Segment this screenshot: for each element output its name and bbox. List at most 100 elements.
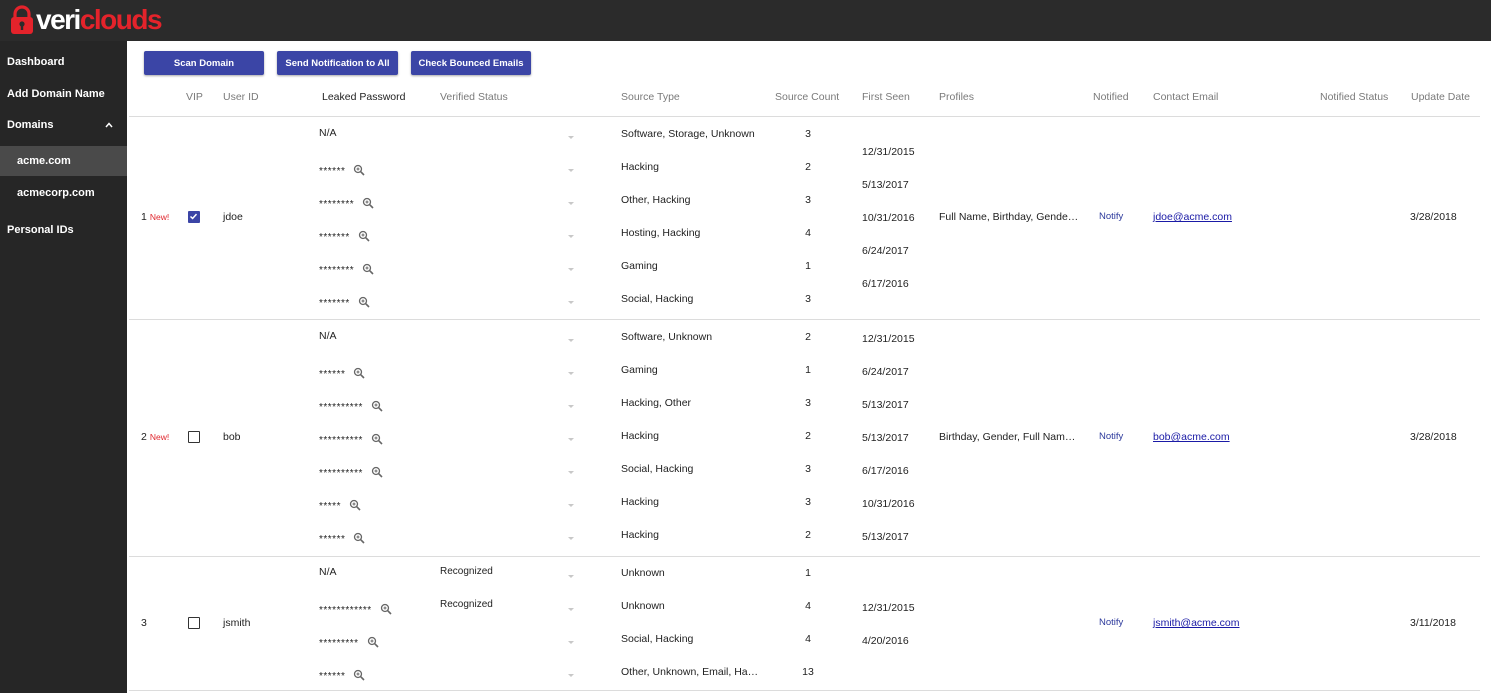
column-header-update-date[interactable]: Update Date [1411,91,1470,103]
dropdown-caret-icon[interactable] [568,301,574,304]
zoom-in-icon[interactable] [358,296,370,308]
sidebar-item-add-domain-name[interactable]: Add Domain Name [0,87,127,101]
contact-email-link[interactable]: jsmith@acme.com [1153,617,1240,629]
zoom-in-icon[interactable] [371,400,383,412]
dropdown-caret-icon[interactable] [568,575,574,578]
source-count: 13 [802,666,814,678]
notify-link[interactable]: Notify [1099,211,1123,222]
sidebar-item-acmecorp-com[interactable]: acmecorp.com [0,186,127,200]
dropdown-caret-icon[interactable] [568,438,574,441]
zoom-in-icon[interactable] [353,367,365,379]
password-value: ********** [319,435,363,446]
sidebar-item-acme-com[interactable]: acme.com [0,146,127,176]
column-header-source-count[interactable]: Source Count [775,91,839,103]
source-type: Hosting, Hacking [621,227,701,239]
scan-domain-button[interactable]: Scan Domain [144,51,264,75]
contact-email-link[interactable]: bob@acme.com [1153,431,1230,443]
source-type: Unknown [621,567,665,579]
sidebar-item-personal-ids[interactable]: Personal IDs [0,223,127,237]
column-header-vip[interactable]: VIP [186,91,203,103]
contact-email-link[interactable]: jdoe@acme.com [1153,211,1232,223]
leaked-password: ******* [319,230,370,244]
dropdown-caret-icon[interactable] [568,202,574,205]
column-header-source-type[interactable]: Source Type [621,91,680,103]
first-seen-date: 6/24/2017 [862,245,909,257]
user-id: bob [223,431,241,443]
column-header-verified-status[interactable]: Verified Status [440,91,508,103]
leaked-password: ********** [319,466,383,480]
dropdown-caret-icon[interactable] [568,372,574,375]
dropdown-caret-icon[interactable] [568,169,574,172]
dropdown-caret-icon[interactable] [568,405,574,408]
column-header-notified[interactable]: Notified [1093,91,1129,103]
leaked-password: ***** [319,499,361,513]
sidebar-item-label: Domains [7,119,54,131]
vip-checkbox[interactable] [188,431,200,443]
first-seen-date: 5/13/2017 [862,179,909,191]
user-id: jsmith [223,617,251,629]
column-header-first-seen[interactable]: First Seen [862,91,910,103]
leaked-password: ******** [319,197,374,211]
zoom-in-icon[interactable] [367,636,379,648]
first-seen-date: 5/13/2017 [862,432,909,444]
source-type: Hacking [621,161,659,173]
source-count: 3 [805,397,811,409]
column-header-user-id[interactable]: User ID [223,91,259,103]
column-header-profiles[interactable]: Profiles [939,91,974,103]
dropdown-caret-icon[interactable] [568,608,574,611]
row-index: 1 New! [141,211,169,223]
zoom-in-icon[interactable] [358,230,370,242]
zoom-in-icon[interactable] [362,197,374,209]
zoom-in-icon[interactable] [353,164,365,176]
zoom-in-icon[interactable] [380,603,392,615]
update-date: 3/28/2018 [1410,211,1457,223]
zoom-in-icon[interactable] [353,532,365,544]
dropdown-caret-icon[interactable] [568,537,574,540]
password-value: ***** [319,501,341,512]
vip-checkbox[interactable] [188,211,200,223]
column-header-notified-status[interactable]: Notified Status [1320,91,1388,103]
vericlouds-logo[interactable]: vericlouds [9,4,163,36]
leaked-password: ****** [319,669,365,683]
first-seen-date: 5/13/2017 [862,399,909,411]
dropdown-caret-icon[interactable] [568,136,574,139]
password-value: ******** [319,199,355,210]
dropdown-caret-icon[interactable] [568,504,574,507]
source-type: Hacking [621,496,659,508]
notify-link[interactable]: Notify [1099,431,1123,442]
dropdown-caret-icon[interactable] [568,641,574,644]
zoom-in-icon[interactable] [362,263,374,275]
row-divider [129,319,1480,320]
leaked-password: ********* [319,636,379,650]
dropdown-caret-icon[interactable] [568,339,574,342]
zoom-in-icon[interactable] [371,466,383,478]
dropdown-caret-icon[interactable] [568,268,574,271]
notify-link[interactable]: Notify [1099,617,1123,628]
source-count: 4 [805,227,811,239]
leaked-password: ****** [319,532,365,546]
column-header-leaked-password[interactable]: Leaked Password [322,91,405,103]
dropdown-caret-icon[interactable] [568,674,574,677]
first-seen-date: 12/31/2015 [862,602,915,614]
zoom-in-icon[interactable] [349,499,361,511]
zoom-in-icon[interactable] [371,433,383,445]
password-value: ****** [319,534,346,545]
leaked-password: N/A [319,330,337,342]
password-value: N/A [319,330,337,342]
check-bounced-emails-button[interactable]: Check Bounced Emails [411,51,531,75]
vip-checkbox[interactable] [188,617,200,629]
source-type: Other, Hacking [621,194,691,206]
zoom-in-icon[interactable] [353,669,365,681]
header-divider [129,116,1480,117]
sidebar-item-dashboard[interactable]: Dashboard [0,55,127,69]
source-count: 3 [805,293,811,305]
sidebar-item-domains[interactable]: Domains [0,118,127,132]
first-seen-date: 4/20/2016 [862,635,909,647]
dropdown-caret-icon[interactable] [568,471,574,474]
checkmark-icon [189,213,198,220]
column-header-contact-email[interactable]: Contact Email [1153,91,1218,103]
send-notification-all-button[interactable]: Send Notification to All [277,51,398,75]
dropdown-caret-icon[interactable] [568,235,574,238]
row-divider [129,556,1480,557]
row-index: 3 [141,617,147,629]
